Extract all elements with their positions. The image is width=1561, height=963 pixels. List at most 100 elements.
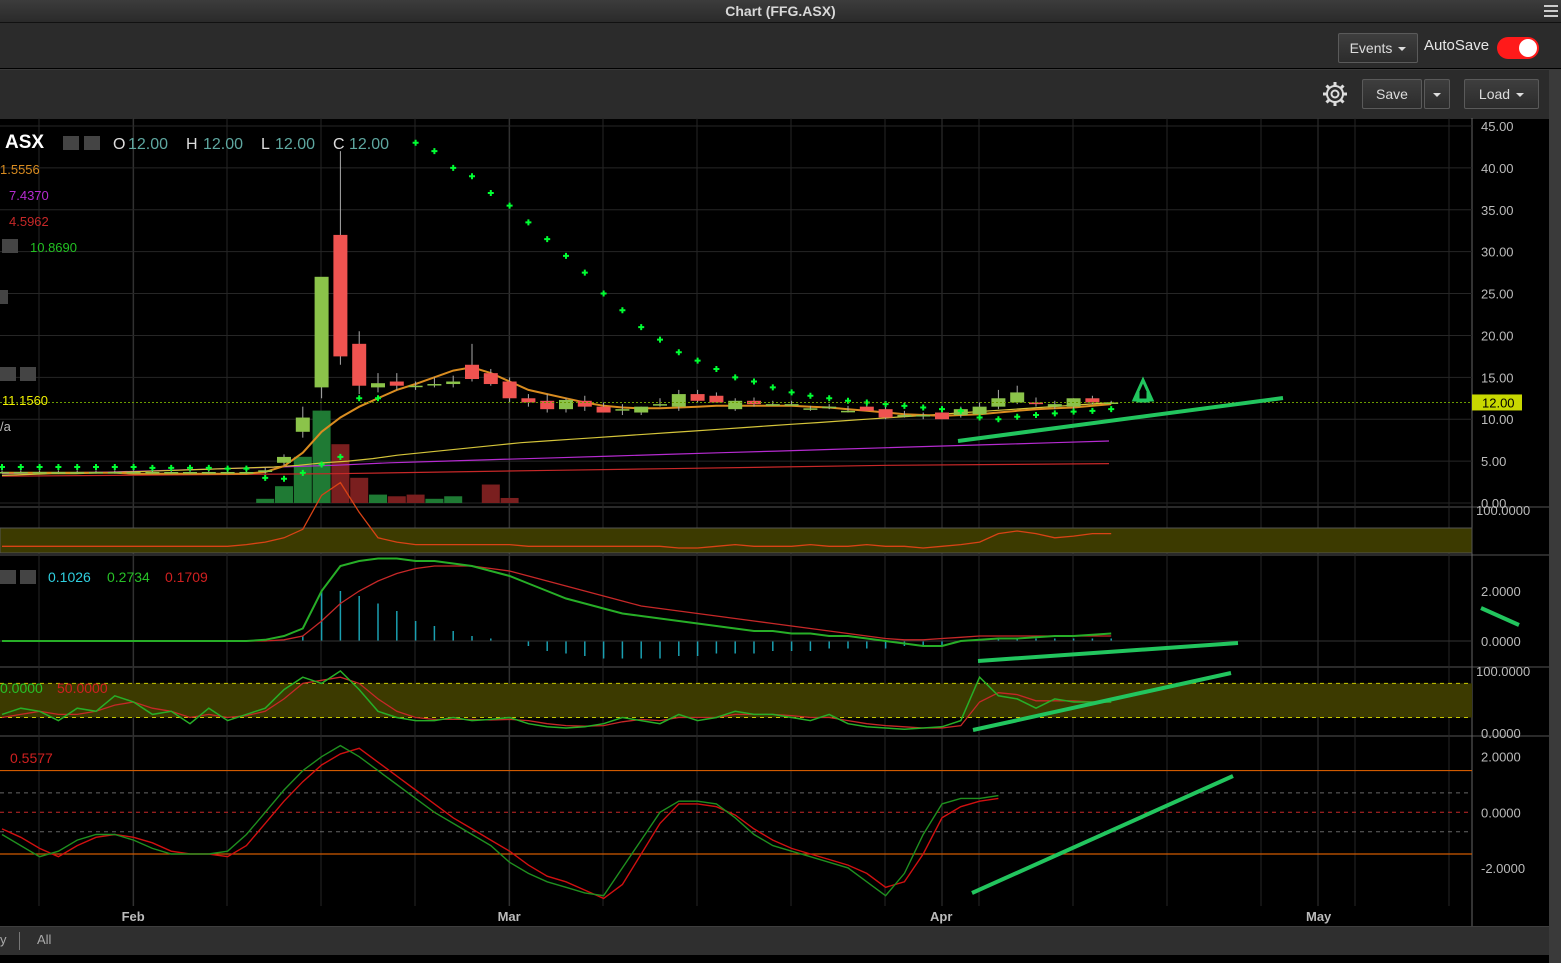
psar-dot	[544, 236, 551, 243]
legend-symbol: ASX	[5, 132, 44, 153]
candle-body	[201, 472, 216, 474]
events-dropdown[interactable]: Events	[1338, 33, 1418, 63]
settings-icon	[0, 570, 16, 584]
y-tick-label: 5.00	[1481, 454, 1506, 469]
gear-icon[interactable]	[1322, 81, 1348, 107]
psar-dot	[788, 389, 795, 396]
save-options-button[interactable]	[1424, 79, 1450, 109]
y-tick-label: 45.00	[1481, 119, 1514, 134]
stochastic-band	[0, 683, 1472, 718]
overlay-green-value: 10.8690	[30, 240, 77, 255]
candle-body	[427, 384, 442, 386]
price-panel: 12.00	[0, 125, 1522, 504]
psar-dot	[732, 374, 739, 381]
psar-dot	[619, 307, 626, 314]
candle-body	[577, 400, 592, 407]
candle-body	[89, 472, 103, 474]
candle-body	[51, 472, 66, 474]
candle-body	[258, 470, 273, 473]
y-tick-label: 20.00	[1481, 328, 1514, 343]
psar-dot	[74, 463, 81, 470]
volume-bar	[312, 410, 331, 503]
range-1y[interactable]: y	[0, 932, 7, 947]
oscillator-value: 0.5577	[10, 750, 53, 766]
candle-body	[972, 406, 987, 415]
volume-bar	[256, 498, 275, 503]
overlay-red-value: 4.5962	[9, 214, 49, 229]
load-dropdown[interactable]: Load	[1464, 79, 1539, 109]
psar-dot	[713, 365, 720, 372]
psar-dot	[431, 148, 438, 155]
psar-dot	[600, 290, 607, 297]
overlay-orange-value: 1.5556	[0, 162, 40, 177]
candle-body	[446, 381, 461, 385]
psar-dot	[694, 357, 701, 364]
y-tick-label: -2.0000	[1481, 861, 1525, 876]
legend-o-value: 12.00	[128, 136, 168, 153]
psar-dot	[111, 463, 118, 470]
psar-dot	[581, 269, 588, 276]
hamburger-menu-icon[interactable]	[1544, 2, 1558, 18]
close-icon	[20, 367, 36, 381]
x-tick-label: Apr	[930, 909, 952, 924]
chart-canvas[interactable]: 12.00 0.005.0010.0015.0020.0025.0030.003…	[0, 118, 1549, 926]
window-titlebar: Chart (FFG.ASX)	[0, 0, 1561, 23]
y-axes: 0.005.0010.0015.0020.0025.0030.0035.0040…	[1476, 119, 1530, 876]
psar-dot	[375, 395, 381, 402]
stochastic-panel	[0, 670, 1472, 732]
candle-body	[784, 404, 799, 406]
legend-o-label: O	[113, 136, 125, 153]
psar-dot	[995, 416, 1002, 423]
volume-bar	[444, 496, 463, 503]
autosave-toggle[interactable]	[1497, 37, 1539, 59]
psar-dot	[939, 406, 945, 413]
candle-body	[841, 410, 855, 413]
price-tag: 12.00	[1482, 395, 1515, 410]
events-label: Events	[1349, 40, 1393, 56]
candle-body	[239, 472, 254, 474]
y-tick-label: 100.0000	[1476, 503, 1530, 518]
settings-icon	[0, 367, 16, 381]
candle-body	[408, 385, 423, 388]
trendline	[971, 774, 1234, 895]
psar-dot	[55, 463, 62, 470]
candle-body	[502, 381, 517, 399]
rsi-panel	[0, 481, 1473, 554]
range-all[interactable]: All	[37, 932, 51, 947]
psar-dot	[36, 463, 43, 470]
sma-magenta-line	[1, 440, 1110, 475]
psar-dot	[450, 164, 457, 171]
candle-body	[220, 472, 235, 474]
legend-h-value: 12.00	[203, 136, 243, 153]
toggle-knob	[1519, 39, 1537, 57]
y-tick-label: 15.00	[1481, 370, 1514, 385]
y-tick-label: 35.00	[1481, 203, 1514, 218]
psar-dot	[657, 336, 663, 343]
x-tick-label: Feb	[122, 909, 145, 924]
x-tick-label: May	[1306, 909, 1332, 924]
overlay-magenta-value: 7.4370	[9, 188, 49, 203]
save-button[interactable]: Save	[1362, 79, 1422, 109]
y-tick-label: 30.00	[1481, 245, 1514, 260]
candle-body	[0, 472, 9, 474]
stochastic-d-value: 50.0000	[57, 680, 108, 696]
candle-body	[521, 398, 536, 403]
grid	[0, 118, 1549, 926]
candle-body	[897, 415, 912, 417]
window-title: Chart (FFG.ASX)	[725, 3, 836, 19]
psar-dot	[638, 324, 645, 331]
candle-body	[295, 417, 310, 432]
candle-body	[916, 415, 931, 417]
macd-signal-value: 0.2734	[107, 569, 150, 585]
psar-dot	[205, 464, 212, 471]
chevron-down-icon	[1398, 47, 1407, 52]
close-icon	[0, 290, 8, 304]
y-tick-label: 0.0000	[1481, 634, 1521, 649]
autosave-label: AutoSave	[1424, 37, 1490, 54]
trendline	[977, 641, 1239, 663]
chevron-down-icon	[1433, 93, 1441, 98]
psar-dot	[563, 252, 569, 259]
y-tick-label: 100.0000	[1476, 664, 1530, 679]
psar-dot	[0, 463, 5, 470]
candle-body	[690, 394, 705, 401]
